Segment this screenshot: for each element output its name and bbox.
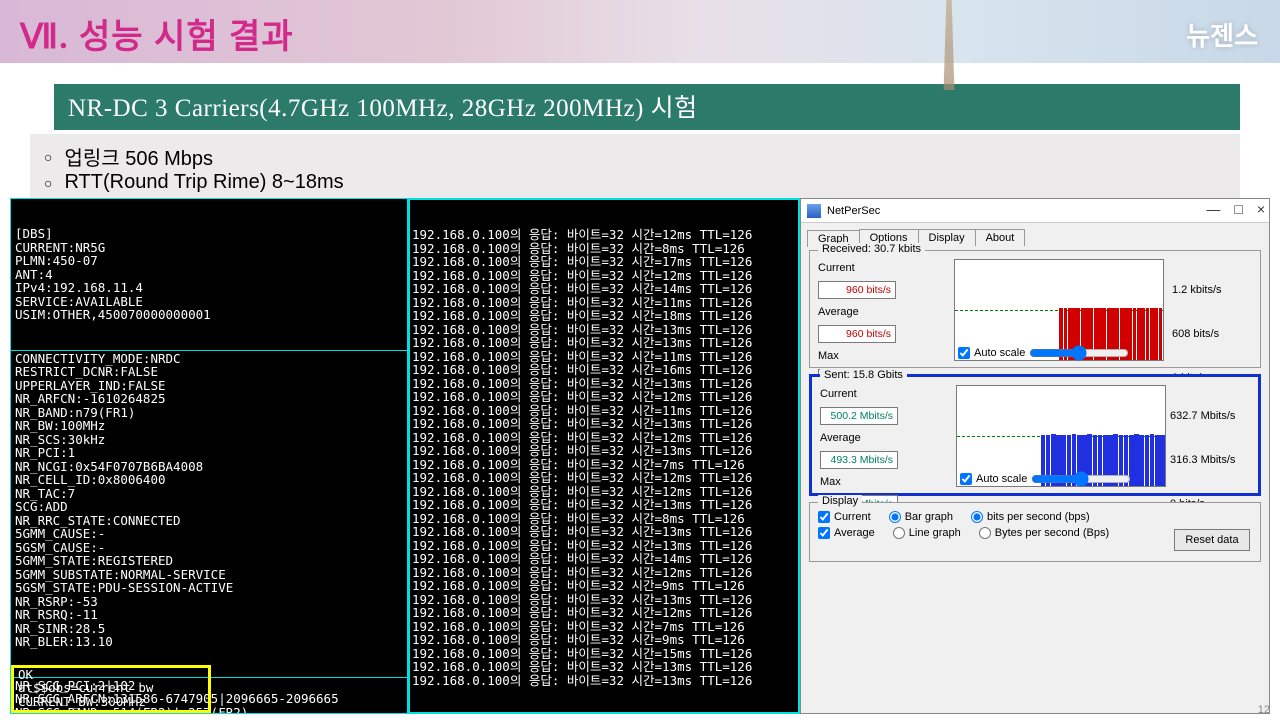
tower-decor [940,0,958,90]
disp-bps[interactable]: bits per second (bps) [971,511,1090,523]
slide-header: Ⅶ. 성능 시험 결과 뉴젠스 [0,0,1280,66]
sent-average-value: 493.3 Mbits/s [820,451,898,469]
group-received: Received: 30.7 kbits Current 960 bits/s1… [809,250,1261,368]
bullet-list: 업링크 506 Mbps RTT(Round Trip Rime) 8~18ms [30,134,1240,204]
recv-scale-mid: 608 bits/s [1172,328,1252,340]
page-number: 12 [1258,704,1270,716]
disp-current[interactable]: Current [818,511,871,523]
recv-scale-top: 1.2 kbits/s [1172,284,1252,296]
recv-scale-slider[interactable] [1029,345,1129,361]
sent-current-value: 500.2 Mbits/s [820,407,898,425]
dbs-current-bw: OK at$$dbs=current_bw CURRENT_BW:300MHz [11,665,211,714]
sent-max-label: Max [820,476,870,488]
window-titlebar: NetPerSec — □ × [801,199,1269,223]
app-icon [807,204,821,218]
slide-title: Ⅶ. 성능 시험 결과 [20,9,294,58]
dbs-block1: [DBS] CURRENT:NR5G PLMN:450-07 ANT:4 IPv… [11,226,407,322]
brand-label: 뉴젠스 [1186,16,1258,53]
netpersec-window: NetPerSec — □ × Graph Options Display Ab… [800,198,1270,714]
subtitle-bar: NR-DC 3 Carriers(4.7GHz 100MHz, 28GHz 20… [54,84,1240,130]
bullet-item: RTT(Round Trip Rime) 8~18ms [44,171,1226,194]
sent-average-label: Average [820,432,870,444]
sent-autoscale-label: Auto scale [976,473,1027,485]
group-sent: Sent: 15.8 Gbits Current 500.2 Mbits/s63… [809,374,1261,496]
maximize-button[interactable]: □ [1234,201,1242,217]
group-display: Display Current Bar graph bits per secon… [809,502,1261,562]
reset-data-button[interactable]: Reset data [1174,529,1250,551]
legend-received: Received: 30.7 kbits [818,243,925,255]
disp-Bps[interactable]: Bytes per second (Bps) [979,527,1109,539]
recv-max-label: Max [818,350,868,362]
sent-current-label: Current [820,388,870,400]
recv-average-value: 960 bits/s [818,325,896,343]
window-title: NetPerSec [827,205,880,217]
legend-sent: Sent: 15.8 Gbits [820,369,907,381]
sent-scale-slider[interactable] [1031,471,1131,487]
recv-current-label: Current [818,262,868,274]
minimize-button[interactable]: — [1206,201,1220,217]
recv-autoscale-checkbox[interactable] [958,347,970,359]
recv-autoscale-label: Auto scale [974,347,1025,359]
disp-bargraph[interactable]: Bar graph [889,511,953,523]
tab-about[interactable]: About [975,229,1026,246]
terminal-ping: 192.168.0.100의 응답: 바이트=32 시간=12ms TTL=12… [408,198,800,714]
terminal-dbs: [DBS] CURRENT:NR5G PLMN:450-07 ANT:4 IPv… [10,198,408,714]
bullet-item: 업링크 506 Mbps [44,142,1226,171]
legend-display: Display [818,495,862,507]
sent-scale-mid: 316.3 Mbits/s [1170,454,1250,466]
sent-scale-top: 632.7 Mbits/s [1170,410,1250,422]
disp-linegraph[interactable]: Line graph [893,527,961,539]
tab-display[interactable]: Display [918,229,976,246]
disp-average[interactable]: Average [818,527,875,539]
recv-current-value: 960 bits/s [818,281,896,299]
sent-autoscale-checkbox[interactable] [960,473,972,485]
dbs-block2: CONNECTIVITY_MODE:NRDC RESTRICT_DCNR:FAL… [11,350,407,649]
recv-average-label: Average [818,306,868,318]
close-button[interactable]: × [1257,201,1265,217]
